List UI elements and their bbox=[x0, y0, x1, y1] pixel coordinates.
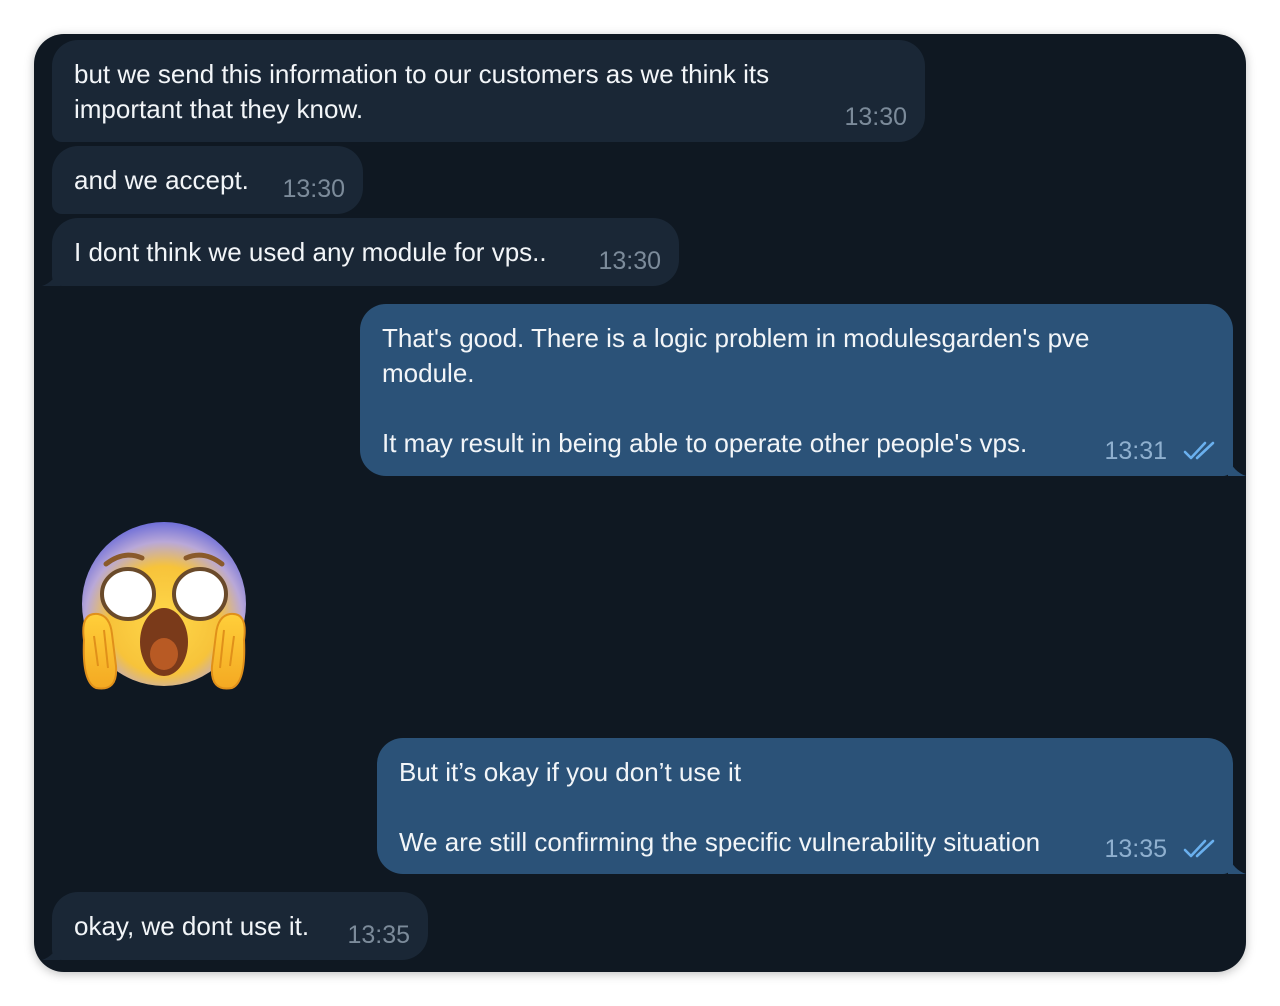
message-meta: 13:31 bbox=[1104, 436, 1219, 466]
outgoing-message[interactable]: That's good. There is a logic problem in… bbox=[360, 304, 1233, 476]
incoming-message[interactable]: but we send this information to our cust… bbox=[52, 40, 925, 142]
message-time: 13:30 bbox=[282, 175, 345, 203]
message-text: That's good. There is a logic problem in… bbox=[382, 323, 1090, 458]
message-meta: 13:30 bbox=[282, 174, 345, 204]
message-time: 13:30 bbox=[844, 103, 907, 131]
double-check-read-icon bbox=[1183, 440, 1219, 462]
message-time: 13:35 bbox=[347, 921, 410, 949]
bubble-tail bbox=[1228, 856, 1246, 874]
message-meta: 13:30 bbox=[598, 246, 661, 276]
message-time: 13:30 bbox=[598, 247, 661, 275]
message-text: but we send this information to our cust… bbox=[74, 59, 770, 124]
incoming-message[interactable]: and we accept. 13:30 bbox=[52, 146, 363, 214]
incoming-message[interactable]: okay, we dont use it. 13:35 bbox=[52, 892, 428, 960]
outgoing-message[interactable]: But it’s okay if you don’t use it We are… bbox=[377, 738, 1233, 874]
bubble-tail bbox=[42, 942, 60, 960]
message-meta: 13:35 bbox=[347, 920, 410, 950]
message-meta: 13:30 bbox=[844, 102, 907, 132]
chat-window: but we send this information to our cust… bbox=[34, 34, 1246, 972]
screaming-face-emoji[interactable] bbox=[76, 516, 252, 696]
bubble-tail bbox=[42, 268, 60, 286]
bubble-tail bbox=[1228, 458, 1246, 476]
message-text: But it’s okay if you don’t use it We are… bbox=[399, 757, 1041, 857]
message-time: 13:31 bbox=[1104, 437, 1167, 465]
message-text: I dont think we used any module for vps.… bbox=[74, 237, 547, 267]
double-check-read-icon bbox=[1183, 838, 1219, 860]
message-meta: 13:35 bbox=[1104, 834, 1219, 864]
incoming-message[interactable]: I dont think we used any module for vps.… bbox=[52, 218, 679, 286]
message-time: 13:35 bbox=[1104, 835, 1167, 863]
